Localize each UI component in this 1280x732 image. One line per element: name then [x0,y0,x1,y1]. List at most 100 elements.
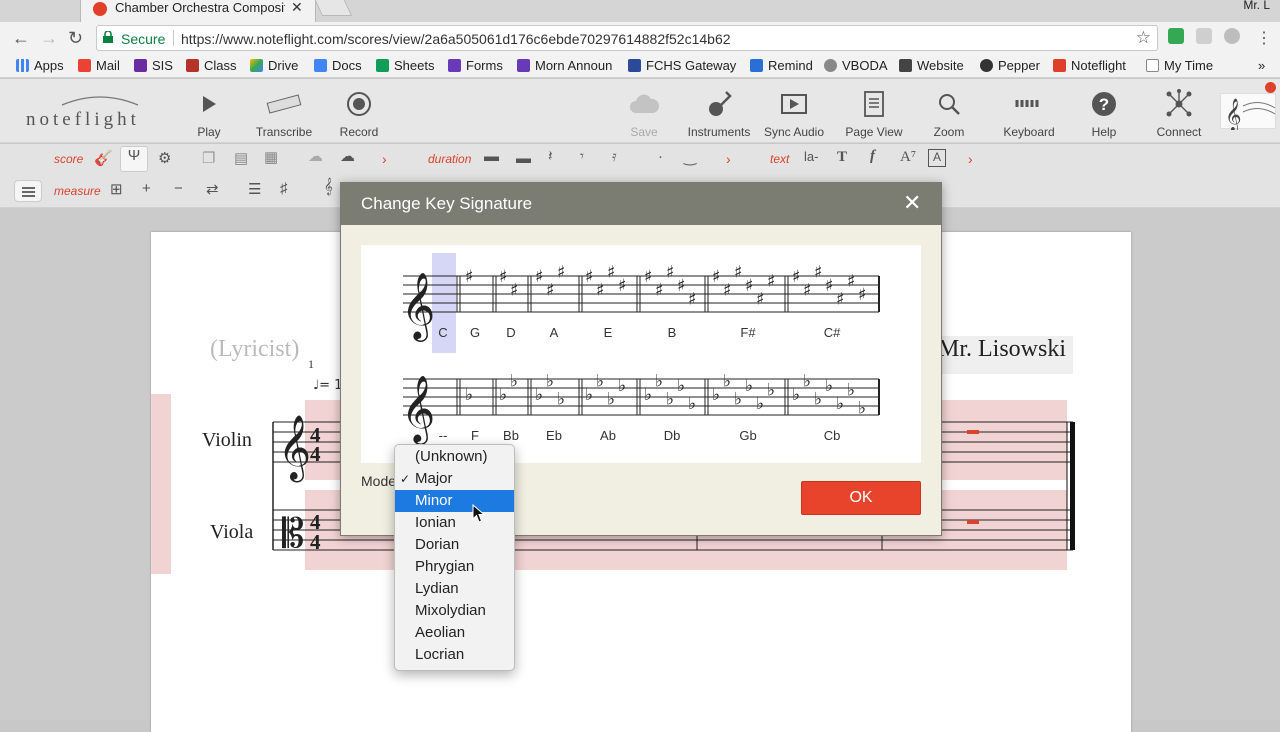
bookmark-class[interactable]: Class [186,58,237,73]
bookmark-forms[interactable]: Forms [448,58,503,73]
mode-option-minor[interactable]: Minor [395,490,514,512]
bookmark-morn-announ[interactable]: Morn Announ [517,58,612,73]
sharp-key-fsharp[interactable]: F# [728,325,768,340]
mode-option-dorian[interactable]: Dorian [395,534,514,556]
bookmark-my-time[interactable]: My Time [1146,58,1213,73]
back-arrow-icon[interactable]: ← [12,28,30,49]
cloud-icon[interactable]: ☁ [308,147,323,165]
duration-palette-more-icon[interactable]: › [726,151,731,167]
page-view-button[interactable]: Page View [834,89,914,139]
repeat-icon[interactable]: ⇄ [206,180,219,198]
forward-arrow-icon[interactable]: → [40,28,58,49]
transcribe-button[interactable]: Transcribe [244,89,324,139]
text-palette-more-icon[interactable]: › [968,151,973,167]
clef-icon[interactable]: 𝄞 [324,178,333,195]
record-button[interactable]: Record [319,89,399,139]
flat-key-eb[interactable]: Eb [534,428,574,443]
sharp-key-d[interactable]: D [491,325,531,340]
lyrics-icon[interactable]: la- [804,149,818,164]
extension-cloud-icon[interactable] [1224,28,1240,44]
reload-icon[interactable]: ↻ [68,28,83,49]
sharp-key-g[interactable]: G [455,325,495,340]
delete-measure-icon[interactable]: − [174,180,183,197]
gear-icon[interactable]: ⚙ [158,149,171,167]
mode-option-phrygian[interactable]: Phrygian [395,556,514,578]
bookmark-star-icon[interactable]: ☆ [1136,28,1151,48]
bookmark-sheets[interactable]: Sheets [376,58,434,73]
profile-name[interactable]: Mr. L [1243,0,1270,12]
save-button[interactable]: Save [604,89,684,139]
add-measure-icon[interactable]: ⊞ [110,180,123,198]
extension-download-icon[interactable] [1196,28,1212,44]
close-icon[interactable]: ✕ [903,192,921,214]
document-icon[interactable]: ▤ [234,149,248,167]
half-rest-icon[interactable]: ▬ [516,150,531,167]
bookmark-noteflight[interactable]: Noteflight [1053,58,1126,73]
text-icon[interactable]: T [837,149,847,166]
play-button[interactable]: Play [169,89,249,139]
extension-classroom-icon[interactable] [1168,28,1184,44]
mode-option-ionian[interactable]: Ionian [395,512,514,534]
browser-tab[interactable]: Chamber Orchestra Compositi ✕ [80,0,316,22]
bookmark-docs[interactable]: Docs [314,58,362,73]
guitar-icon[interactable]: 🎸 [94,149,113,167]
bookmark-website[interactable]: Website [899,58,964,73]
help-button[interactable]: ? Help [1064,89,1144,139]
user-avatar[interactable]: 𝄞 [1220,93,1276,132]
bookmark-pepper[interactable]: Pepper [980,58,1040,73]
palette-menu-button[interactable] [14,180,42,202]
notification-badge[interactable] [1265,82,1276,93]
mode-option-mixolydian[interactable]: Mixolydian [395,600,514,622]
url-text[interactable]: https://www.noteflight.com/scores/view/2… [181,31,731,47]
close-tab-icon[interactable]: ✕ [291,0,303,16]
tempo-marking[interactable]: ♩= 1 [313,378,342,393]
mode-option-lydian[interactable]: Lydian [395,578,514,600]
parts-icon[interactable]: ▦ [264,148,278,166]
dot-icon[interactable]: · [658,148,663,165]
quarter-rest-icon[interactable]: 𝄽 [548,148,553,165]
composer-text[interactable]: Mr. Lisowski [928,336,1073,374]
zoom-button[interactable]: Zoom [909,89,989,139]
flat-key-gb[interactable]: Gb [728,428,768,443]
bookmark-fchs-gateway[interactable]: FCHS Gateway [628,58,736,73]
copy-pages-icon[interactable]: ❐ [202,149,215,167]
key-signature-icon[interactable]: ♯ [280,180,288,197]
tuning-fork-icon[interactable]: Ψ [120,146,148,172]
score-palette-more-icon[interactable]: › [382,151,387,167]
instrument-name-viola[interactable]: Viola [210,521,253,544]
tie-icon[interactable]: ‿ [684,148,696,166]
flat-key-cb[interactable]: Cb [812,428,852,443]
bookmark-vboda[interactable]: VBODA [824,58,888,73]
sixteenth-rest-icon[interactable]: 𝄿 [612,148,617,165]
instrument-name-violin[interactable]: Violin [202,429,252,452]
browser-menu-icon[interactable]: ⋮ [1256,28,1272,48]
flat-key-bb[interactable]: Bb [491,428,531,443]
sharp-key-b[interactable]: B [652,325,692,340]
new-tab-button[interactable] [313,0,353,16]
rehearsal-mark-icon[interactable]: A [928,149,946,167]
mode-dropdown-menu[interactable]: (Unknown) ✓ Major Minor Ionian Dorian Phrygian… [394,444,515,671]
whole-rest-viola[interactable] [967,520,979,524]
whole-rest-violin[interactable] [967,430,979,434]
eighth-rest-icon[interactable]: 𝄾 [580,148,584,165]
bookmark-sis[interactable]: SIS [134,58,173,73]
sharp-key-csharp[interactable]: C# [812,325,852,340]
keyboard-button[interactable]: Keyboard [989,89,1069,139]
sync-audio-button[interactable]: Sync Audio [754,89,834,139]
address-bar[interactable]: Secure https://www.noteflight.com/scores… [96,25,1158,51]
bookmark-remind[interactable]: Remind [750,58,813,73]
mode-option-locrian[interactable]: Locrian [395,644,514,666]
instruments-button[interactable]: Instruments [679,89,759,139]
lyricist-text[interactable]: (Lyricist) [210,336,299,363]
whole-note-icon[interactable]: ▬ [484,148,499,165]
ok-button[interactable]: OK [801,481,921,515]
connect-button[interactable]: Connect [1139,89,1219,139]
mode-option-major[interactable]: ✓ Major [395,468,514,490]
cloud-download-icon[interactable]: ☁ [340,147,355,165]
bookmark-mail[interactable]: Mail [78,58,120,73]
bookmarks-overflow-icon[interactable]: » [1258,58,1265,73]
flat-key-ab[interactable]: Ab [588,428,628,443]
chord-symbol-icon[interactable]: A⁷ [900,149,916,166]
mode-option-aeolian[interactable]: Aeolian [395,622,514,644]
dynamics-icon[interactable]: f [870,148,875,165]
